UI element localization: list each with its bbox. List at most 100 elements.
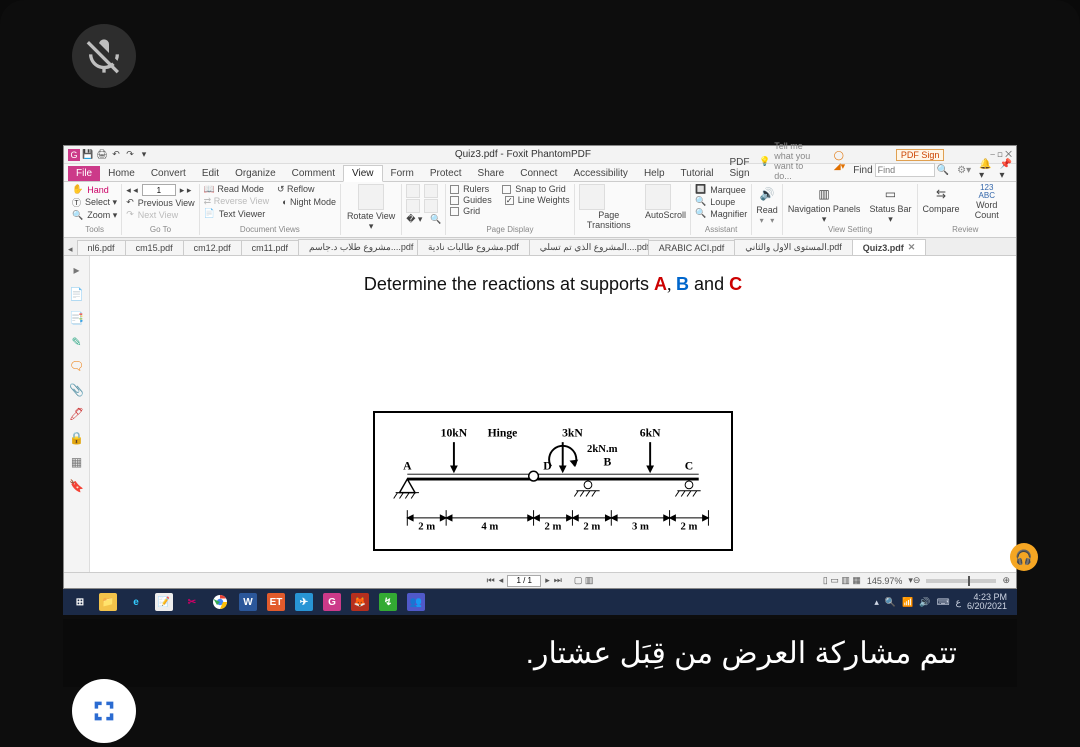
doc-tab[interactable]: cm11.pdf xyxy=(241,240,299,255)
layout-cont-icon[interactable] xyxy=(424,184,438,198)
find-input[interactable] xyxy=(875,163,935,177)
tellme-text[interactable]: Tell me what you want to do... xyxy=(774,141,820,181)
tags-panel-icon[interactable]: 🔖 xyxy=(69,478,85,494)
read-aloud[interactable]: Read xyxy=(756,205,778,215)
taskbar-snip[interactable]: ✂ xyxy=(179,591,205,613)
page-view[interactable]: Determine the reactions at supports A, B… xyxy=(90,256,1016,572)
autoscroll-button[interactable] xyxy=(645,184,671,210)
tab-edit[interactable]: Edit xyxy=(194,166,227,181)
nav-panels-icon[interactable]: ▥ xyxy=(814,184,834,204)
tab-file[interactable]: File xyxy=(68,166,100,181)
close-tab-icon[interactable]: ✕ xyxy=(908,242,916,253)
zoom-in-icon[interactable]: ⊕ xyxy=(1002,575,1010,586)
doc-tab[interactable]: nl6.pdf xyxy=(77,240,126,255)
zoom-slider[interactable] xyxy=(926,579,996,583)
linew-check[interactable]: ✓ xyxy=(505,196,514,205)
zoom-out-icon[interactable]: ▾⊖ xyxy=(908,575,920,586)
qat-print-icon[interactable]: 🖨 xyxy=(96,149,108,161)
reflow-mode[interactable]: ↺ Reflow xyxy=(277,184,315,195)
taskbar-foxit[interactable]: 🦊 xyxy=(347,591,373,613)
page-transitions-button[interactable] xyxy=(579,184,605,210)
doc-tab[interactable]: cm15.pdf xyxy=(125,240,184,255)
doctabs-left-icon[interactable]: ◂ xyxy=(64,244,77,255)
previous-view[interactable]: ↶Previous View xyxy=(126,197,194,208)
doc-tab[interactable]: المستوى الاول والثاني.pdf xyxy=(734,239,852,255)
tab-form[interactable]: Form xyxy=(383,166,422,181)
tray-clock[interactable]: 4:23 PM6/20/2021 xyxy=(967,593,1007,611)
layout-single-icon[interactable] xyxy=(406,184,420,198)
taskbar-ie[interactable]: e xyxy=(123,591,149,613)
magnifier-tool[interactable]: 🔍 Magnifier xyxy=(695,208,747,219)
tray-network-icon[interactable]: 📶 xyxy=(902,597,913,608)
doc-tab-active[interactable]: Quiz3.pdf✕ xyxy=(852,239,927,255)
tab-accessibility[interactable]: Accessibility xyxy=(565,166,635,181)
taskbar-notes[interactable]: 📝 xyxy=(151,591,177,613)
read-mode[interactable]: 📖 Read Mode xyxy=(204,184,264,195)
taskbar-telegram[interactable]: ✈ xyxy=(291,591,317,613)
taskbar-explorer[interactable]: 📁 xyxy=(95,591,121,613)
next-page-icon[interactable]: ▸ xyxy=(545,575,550,586)
taskbar-et[interactable]: ET xyxy=(263,591,289,613)
rotate-view-button[interactable] xyxy=(358,184,384,210)
select-tool[interactable]: ⓉSelect ▾ xyxy=(72,196,117,209)
arrow-right-icon[interactable]: ▸ xyxy=(69,262,85,278)
tray-search-icon[interactable]: 🔍 xyxy=(885,597,896,608)
page-number-input[interactable] xyxy=(142,184,176,196)
first-page-icon[interactable]: ⏮ xyxy=(487,575,495,586)
pages-panel-icon[interactable]: 📄 xyxy=(69,286,85,302)
doc-tab[interactable]: مشروع طلاب د.جاسم....pdf xyxy=(298,239,418,255)
prev-page-icon[interactable]: ◂ xyxy=(499,575,504,586)
start-button[interactable]: ⊞ xyxy=(67,591,93,613)
tray-up-icon[interactable]: ▴ xyxy=(874,597,879,608)
tab-protect[interactable]: Protect xyxy=(422,166,470,181)
tab-connect[interactable]: Connect xyxy=(512,166,565,181)
speaker-icon[interactable]: 🔊 xyxy=(757,184,777,204)
taskbar-chrome[interactable] xyxy=(207,591,233,613)
layout-facing-icon[interactable] xyxy=(406,199,420,213)
tab-comment[interactable]: Comment xyxy=(284,166,343,181)
qat-save-icon[interactable]: 💾 xyxy=(82,149,94,161)
attachments-panel-icon[interactable]: 📎 xyxy=(69,382,85,398)
taskbar-teams[interactable]: 👥 xyxy=(403,591,429,613)
guides-check[interactable] xyxy=(450,196,459,205)
doc-tab[interactable]: مشروع طالبات نادية.pdf xyxy=(417,239,530,255)
security-panel-icon[interactable]: 🔒 xyxy=(69,430,85,446)
settings-icon[interactable]: ⚙▾ xyxy=(957,165,971,176)
tab-convert[interactable]: Convert xyxy=(143,166,194,181)
comments-panel-icon[interactable]: 🗨 xyxy=(69,358,85,374)
doc-tab[interactable]: ARABIC ACI.pdf xyxy=(648,240,736,255)
search-icon[interactable]: 🔍 xyxy=(937,165,949,176)
qat-redo-icon[interactable]: ↷ xyxy=(124,149,136,161)
bookmarks-panel-icon[interactable]: 📑 xyxy=(69,310,85,326)
fields-panel-icon[interactable]: ▦ xyxy=(69,454,85,470)
goto-page[interactable]: ◂ ◂ ▸ ▸ xyxy=(126,184,194,196)
tab-share[interactable]: Share xyxy=(470,166,513,181)
view-mode-icons[interactable]: ▯ ▭ ▥ ▦ xyxy=(823,575,861,586)
doc-tab[interactable]: المشروع الذي تم تسلي....pdf xyxy=(529,239,649,255)
text-viewer[interactable]: 📄 Text Viewer xyxy=(204,208,336,219)
expand-badge[interactable] xyxy=(72,679,136,743)
page-indicator[interactable] xyxy=(507,575,541,587)
tab-tutorial[interactable]: Tutorial xyxy=(673,166,722,181)
statusbar-icon[interactable]: ▭ xyxy=(880,184,900,204)
doc-tab[interactable]: cm12.pdf xyxy=(183,240,242,255)
loupe-tool[interactable]: 🔍 Loupe xyxy=(695,196,747,207)
signatures-panel-icon[interactable]: 🖊 xyxy=(69,406,85,422)
night-mode[interactable]: ◐ Night Mode xyxy=(282,197,336,207)
layout-icons[interactable]: ▢ ▥ xyxy=(574,575,594,586)
pin-icon[interactable]: 📌▾ xyxy=(1000,159,1012,181)
rulers-check[interactable] xyxy=(450,185,459,194)
tab-organize[interactable]: Organize xyxy=(227,166,284,181)
taskbar-xr[interactable]: ↯ xyxy=(375,591,401,613)
snap-check[interactable] xyxy=(502,185,511,194)
taskbar-g[interactable]: G xyxy=(319,591,345,613)
tab-view[interactable]: View xyxy=(343,165,383,182)
tray-volume-icon[interactable]: 🔊 xyxy=(919,597,930,608)
tab-help[interactable]: Help xyxy=(636,166,673,181)
support-badge[interactable]: 🎧 xyxy=(1010,543,1038,571)
layers-panel-icon[interactable]: ✎ xyxy=(69,334,85,350)
layout-contfacing-icon[interactable] xyxy=(424,199,438,213)
compare-icon[interactable]: ⇆ xyxy=(931,184,951,204)
grid-check[interactable] xyxy=(450,207,459,216)
qat-undo-icon[interactable]: ↶ xyxy=(110,149,122,161)
